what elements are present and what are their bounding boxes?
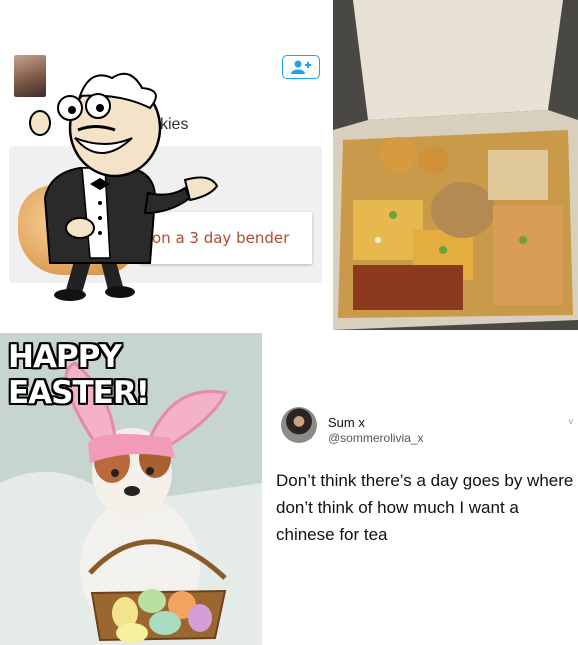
tweet-text: Don’t think there’s a day goes by where … [276, 467, 576, 548]
tweet-panel: Sum x @sommerolivia_x ˅ Don’t think ther… [262, 333, 578, 645]
chef-mascot-icon [29, 72, 219, 301]
add-user-icon [291, 60, 311, 74]
tweet-handle[interactable]: @sommerolivia_x [328, 431, 424, 445]
tweet-display-name[interactable]: Sum x [328, 415, 365, 430]
tweet-line: don’t think of how much I want a [276, 498, 519, 517]
chevron-down-icon[interactable]: ˅ [568, 417, 574, 428]
tweet-line: Don’t think there’s a day goes by where [276, 471, 574, 490]
follow-button[interactable] [282, 55, 320, 79]
tweet-avatar[interactable] [281, 407, 317, 443]
chinese-food-box-photo [333, 0, 578, 330]
easter-dog-meme: HAPPY EASTER! [0, 333, 262, 645]
food-box-image [333, 0, 578, 330]
fortune-cookie-tweet-panel: kies on a 3 day bender [0, 0, 332, 330]
tweet-line: chinese for tea [276, 525, 388, 544]
meme-title: HAPPY EASTER! [8, 339, 150, 411]
